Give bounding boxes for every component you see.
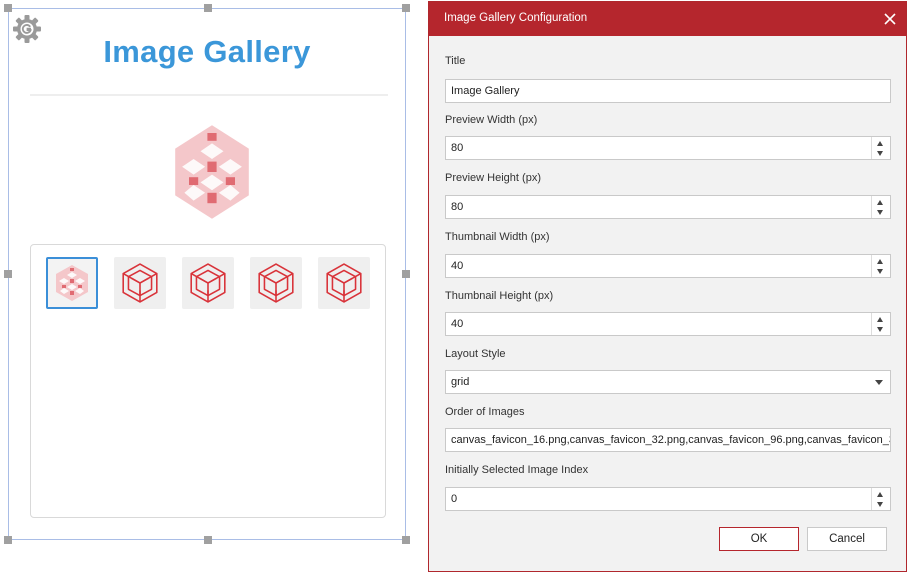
resize-handle-top-center[interactable] — [204, 4, 212, 12]
resize-handle-bottom-left[interactable] — [4, 536, 12, 544]
resize-handle-bottom-right[interactable] — [402, 536, 410, 544]
thumbnail-panel — [30, 244, 386, 518]
resize-handle-top-right[interactable] — [402, 4, 410, 12]
thumbnail-image-4 — [258, 263, 294, 303]
selected-index-spinner[interactable] — [871, 488, 890, 510]
ok-button[interactable]: OK — [719, 527, 799, 551]
resize-handle-bottom-center[interactable] — [204, 536, 212, 544]
title-divider — [30, 94, 388, 96]
spin-down-icon[interactable] — [877, 210, 883, 215]
preview-height-spinner[interactable] — [871, 196, 890, 218]
thumbnail-height-value: 40 — [451, 318, 464, 330]
title-label: Title — [445, 55, 466, 67]
title-input[interactable]: Image Gallery — [445, 79, 891, 103]
chevron-down-icon[interactable] — [875, 380, 883, 385]
spin-up-icon[interactable] — [877, 317, 883, 322]
close-icon[interactable] — [882, 11, 898, 27]
thumbnail-4[interactable] — [250, 257, 302, 309]
design-canvas: Image Gallery — [0, 0, 420, 575]
configuration-dialog: Image Gallery Configuration Title Image … — [428, 1, 907, 572]
preview-width-value: 80 — [451, 142, 464, 154]
thumbnail-width-label: Thumbnail Width (px) — [445, 231, 550, 243]
thumbnail-image-1 — [56, 265, 88, 301]
selected-index-label: Initially Selected Image Index — [445, 464, 589, 476]
selected-index-input[interactable]: 0 — [445, 487, 891, 511]
spin-up-icon[interactable] — [877, 200, 883, 205]
thumbnail-image-3 — [190, 263, 226, 303]
preview-height-input[interactable]: 80 — [445, 195, 891, 219]
resize-handle-middle-right[interactable] — [402, 270, 410, 278]
dialog-title: Image Gallery Configuration — [444, 12, 588, 24]
thumbnail-2[interactable] — [114, 257, 166, 309]
preview-height-label: Preview Height (px) — [445, 172, 541, 184]
preview-width-label: Preview Width (px) — [445, 114, 538, 126]
thumbnail-width-spinner[interactable] — [871, 255, 890, 277]
thumbnail-width-value: 40 — [451, 260, 464, 272]
spin-up-icon[interactable] — [877, 141, 883, 146]
preview-width-input[interactable]: 80 — [445, 136, 891, 160]
spin-down-icon[interactable] — [877, 502, 883, 507]
cancel-button[interactable]: Cancel — [807, 527, 887, 551]
thumbnail-image-5 — [326, 263, 362, 303]
order-of-images-input[interactable]: canvas_favicon_16.png,canvas_favicon_32.… — [445, 428, 891, 452]
thumbnail-height-label: Thumbnail Height (px) — [445, 290, 554, 302]
title-input-value: Image Gallery — [451, 85, 520, 97]
thumbnail-height-input[interactable]: 40 — [445, 312, 891, 336]
thumbnail-5[interactable] — [318, 257, 370, 309]
layout-style-label: Layout Style — [445, 348, 506, 360]
preview-height-value: 80 — [451, 201, 464, 213]
selected-index-value: 0 — [451, 493, 458, 505]
layout-style-select[interactable]: grid — [445, 370, 891, 394]
thumbnail-width-input[interactable]: 40 — [445, 254, 891, 278]
spin-up-icon[interactable] — [877, 492, 883, 497]
spin-down-icon[interactable] — [877, 327, 883, 332]
thumbnail-3[interactable] — [182, 257, 234, 309]
preview-image — [175, 125, 249, 219]
preview-width-spinner[interactable] — [871, 137, 890, 159]
dialog-titlebar: Image Gallery Configuration — [429, 2, 906, 36]
spin-down-icon[interactable] — [877, 269, 883, 274]
layout-style-value: grid — [451, 376, 470, 388]
gallery-title: Image Gallery — [103, 34, 311, 69]
resize-handle-top-left[interactable] — [4, 4, 12, 12]
spin-up-icon[interactable] — [877, 259, 883, 264]
thumbnail-image-2 — [122, 263, 158, 303]
order-of-images-value: canvas_favicon_16.png,canvas_favicon_32.… — [451, 434, 891, 446]
thumbnail-1[interactable] — [46, 257, 98, 309]
order-of-images-label: Order of Images — [445, 406, 525, 418]
thumbnail-height-spinner[interactable] — [871, 313, 890, 335]
resize-handle-middle-left[interactable] — [4, 270, 12, 278]
spin-down-icon[interactable] — [877, 151, 883, 156]
